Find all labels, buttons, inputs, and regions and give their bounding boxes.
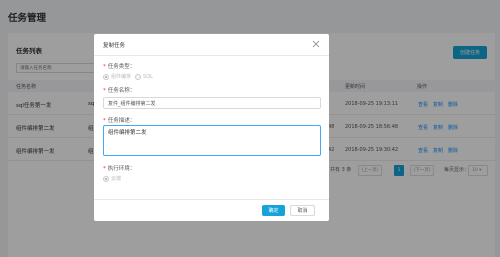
- task-type-radio-group: 组件编排 SQL: [103, 73, 153, 80]
- radio-cloud-label: 云端: [111, 176, 122, 182]
- confirm-button[interactable]: 确定: [262, 205, 285, 216]
- dialog-header: 复制任务: [94, 34, 329, 56]
- exec-env-label: * 执行环境：: [103, 166, 136, 172]
- radio-cloud[interactable]: [103, 175, 109, 182]
- task-desc-textarea[interactable]: 组件编排第二发: [103, 125, 321, 156]
- radio-component[interactable]: [103, 73, 109, 80]
- cancel-button[interactable]: 取消: [290, 205, 315, 216]
- task-type-label: * 任务类型：: [103, 64, 136, 70]
- radio-component-label: 组件编排: [111, 74, 132, 80]
- task-name-label: * 任务名称：: [103, 88, 136, 94]
- close-icon[interactable]: [311, 39, 321, 49]
- exec-env-label-text: 执行环境：: [107, 166, 136, 172]
- task-desc-label: * 任务描述：: [103, 118, 136, 124]
- task-desc-label-text: 任务描述：: [107, 118, 136, 124]
- task-type-label-text: 任务类型：: [107, 64, 136, 70]
- dialog-title: 复制任务: [103, 43, 126, 49]
- task-name-label-text: 任务名称：: [107, 88, 136, 94]
- task-name-input[interactable]: 复件_组件编排第二发: [103, 97, 321, 109]
- radio-sql-label: SQL: [143, 73, 153, 80]
- radio-sql[interactable]: [135, 73, 142, 80]
- dialog-footer: 确定 取消: [94, 199, 329, 221]
- copy-task-dialog: 复制任务 * 任务类型： 组件编排 SQL * 任务名称： 复件_组件编排第二发 *…: [94, 34, 329, 221]
- exec-env-radio-group: 云端: [103, 175, 121, 182]
